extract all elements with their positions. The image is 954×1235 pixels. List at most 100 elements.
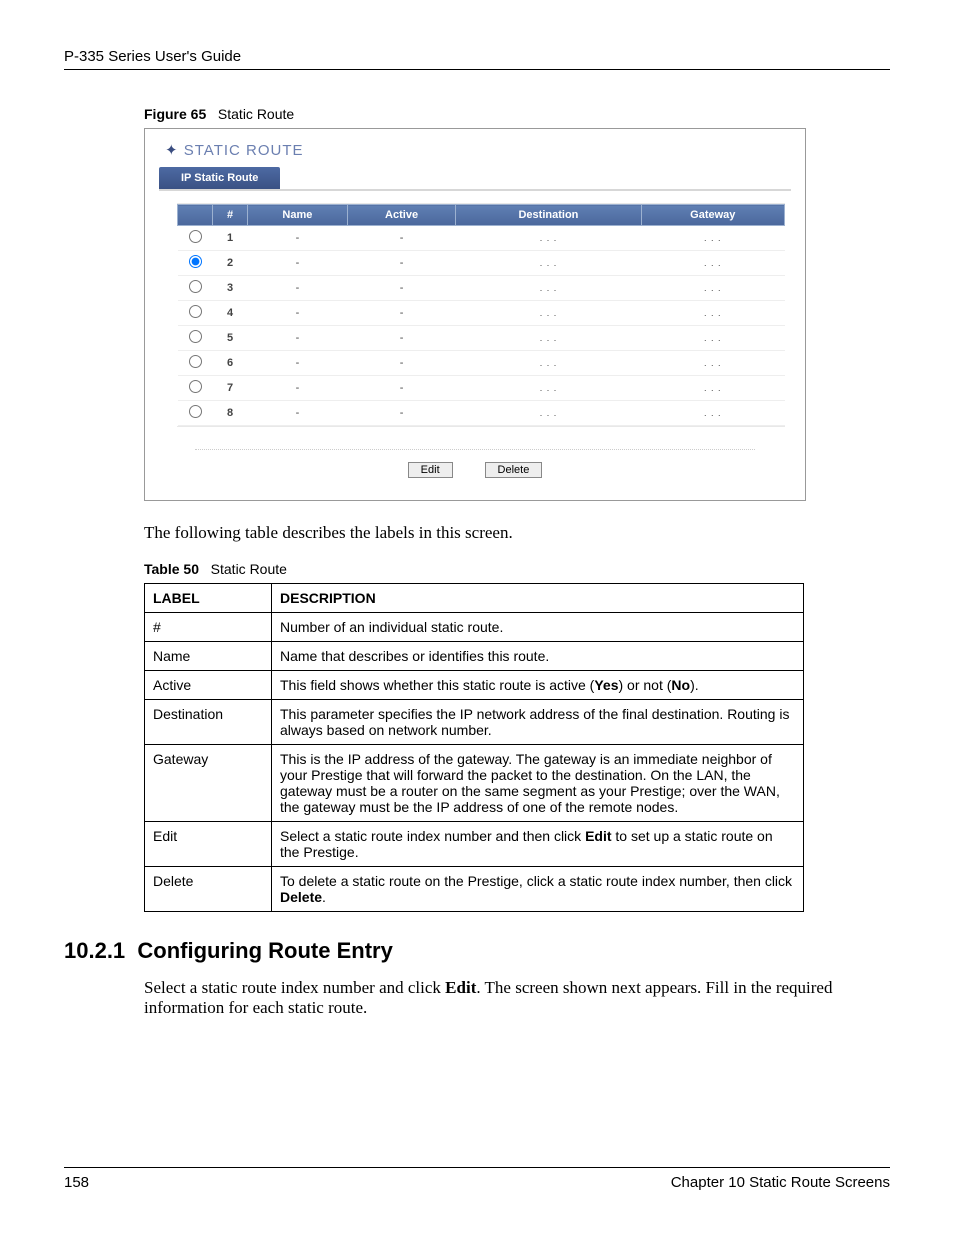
- table-row: EditSelect a static route index number a…: [145, 822, 804, 867]
- head-description: DESCRIPTION: [272, 584, 804, 613]
- table-row: 8--. . .. . .: [178, 401, 785, 426]
- desc-label: Destination: [145, 700, 272, 745]
- bullet-icon: ✦: [165, 142, 179, 159]
- row-name: -: [248, 251, 348, 276]
- panel-title: ✦ STATIC ROUTE: [165, 141, 805, 159]
- row-gateway: . . .: [641, 351, 784, 376]
- description-table: LABEL DESCRIPTION #Number of an individu…: [144, 583, 804, 912]
- row-destination: . . .: [456, 401, 641, 426]
- section-paragraph: Select a static route index number and c…: [144, 978, 890, 1018]
- row-gateway: . . .: [641, 226, 784, 251]
- row-radio[interactable]: [189, 380, 202, 393]
- row-num: 6: [213, 351, 248, 376]
- row-destination: . . .: [456, 301, 641, 326]
- row-radio[interactable]: [189, 330, 202, 343]
- row-active: -: [347, 376, 456, 401]
- col-hash: #: [213, 205, 248, 226]
- col-name: Name: [248, 205, 348, 226]
- table-row: #Number of an individual static route.: [145, 613, 804, 642]
- desc-text: This parameter specifies the IP network …: [272, 700, 804, 745]
- row-radio[interactable]: [189, 405, 202, 418]
- row-num: 4: [213, 301, 248, 326]
- chapter-label: Chapter 10 Static Route Screens: [671, 1174, 890, 1191]
- delete-button[interactable]: Delete: [485, 462, 543, 478]
- desc-label: #: [145, 613, 272, 642]
- row-radio[interactable]: [189, 230, 202, 243]
- row-name: -: [248, 326, 348, 351]
- table-row: GatewayThis is the IP address of the gat…: [145, 745, 804, 822]
- table-row: 4--. . .. . .: [178, 301, 785, 326]
- row-gateway: . . .: [641, 401, 784, 426]
- tab-bar: IP Static Route: [159, 163, 805, 189]
- desc-text: This is the IP address of the gateway. T…: [272, 745, 804, 822]
- row-name: -: [248, 301, 348, 326]
- figure-number: Figure 65: [144, 106, 206, 122]
- edit-button[interactable]: Edit: [408, 462, 453, 478]
- desc-label: Name: [145, 642, 272, 671]
- row-num: 8: [213, 401, 248, 426]
- row-gateway: . . .: [641, 251, 784, 276]
- tab-ip-static-route[interactable]: IP Static Route: [159, 167, 280, 189]
- row-num: 2: [213, 251, 248, 276]
- desc-label: Delete: [145, 867, 272, 912]
- row-destination: . . .: [456, 326, 641, 351]
- guide-title: P-335 Series User's Guide: [64, 48, 241, 65]
- para-describe: The following table describes the labels…: [144, 523, 890, 543]
- table-row: NameName that describes or identifies th…: [145, 642, 804, 671]
- figure-caption: Figure 65 Static Route: [144, 106, 890, 122]
- table-row: 3--. . .. . .: [178, 276, 785, 301]
- row-radio[interactable]: [189, 255, 202, 268]
- section-title: Configuring Route Entry: [137, 938, 392, 963]
- row-num: 1: [213, 226, 248, 251]
- row-active: -: [347, 276, 456, 301]
- row-gateway: . . .: [641, 376, 784, 401]
- col-destination: Destination: [456, 205, 641, 226]
- col-active: Active: [347, 205, 456, 226]
- table-row: 2--. . .. . .: [178, 251, 785, 276]
- row-destination: . . .: [456, 376, 641, 401]
- figure-frame: ✦ STATIC ROUTE IP Static Route # Name Ac…: [144, 128, 806, 501]
- table-row: 1--. . .. . .: [178, 226, 785, 251]
- figure-title: Static Route: [218, 106, 294, 122]
- row-destination: . . .: [456, 226, 641, 251]
- desc-text: To delete a static route on the Prestige…: [272, 867, 804, 912]
- desc-label: Active: [145, 671, 272, 700]
- page-header: P-335 Series User's Guide: [64, 48, 890, 70]
- row-destination: . . .: [456, 351, 641, 376]
- desc-text: Select a static route index number and t…: [272, 822, 804, 867]
- row-active: -: [347, 226, 456, 251]
- table-row: 5--. . .. . .: [178, 326, 785, 351]
- row-active: -: [347, 351, 456, 376]
- row-destination: . . .: [456, 276, 641, 301]
- row-name: -: [248, 351, 348, 376]
- row-gateway: . . .: [641, 301, 784, 326]
- desc-label: Gateway: [145, 745, 272, 822]
- desc-text: This field shows whether this static rou…: [272, 671, 804, 700]
- row-active: -: [347, 401, 456, 426]
- desc-label: Edit: [145, 822, 272, 867]
- col-select: [178, 205, 213, 226]
- row-active: -: [347, 251, 456, 276]
- row-num: 3: [213, 276, 248, 301]
- row-radio[interactable]: [189, 280, 202, 293]
- table-row: DeleteTo delete a static route on the Pr…: [145, 867, 804, 912]
- row-name: -: [248, 226, 348, 251]
- row-active: -: [347, 301, 456, 326]
- desc-text: Number of an individual static route.: [272, 613, 804, 642]
- row-name: -: [248, 276, 348, 301]
- row-active: -: [347, 326, 456, 351]
- static-route-table: # Name Active Destination Gateway 1--. .…: [177, 204, 785, 426]
- row-radio[interactable]: [189, 355, 202, 368]
- row-radio[interactable]: [189, 305, 202, 318]
- section-heading: 10.2.1 Configuring Route Entry: [64, 938, 890, 964]
- head-label: LABEL: [145, 584, 272, 613]
- row-destination: . . .: [456, 251, 641, 276]
- table-row: DestinationThis parameter specifies the …: [145, 700, 804, 745]
- table-caption: Table 50 Static Route: [144, 561, 890, 577]
- row-gateway: . . .: [641, 276, 784, 301]
- table-number: Table 50: [144, 561, 199, 577]
- row-name: -: [248, 376, 348, 401]
- table-row: 6--. . .. . .: [178, 351, 785, 376]
- desc-text: Name that describes or identifies this r…: [272, 642, 804, 671]
- row-gateway: . . .: [641, 326, 784, 351]
